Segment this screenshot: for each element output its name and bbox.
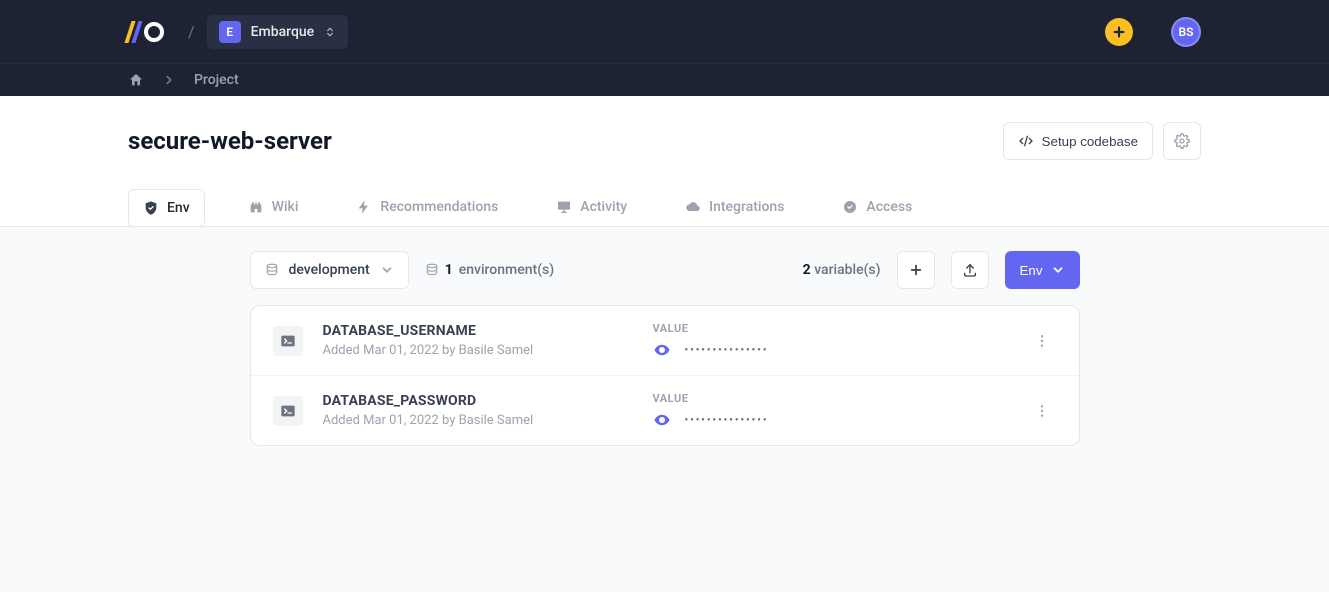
workspace-badge: E: [219, 21, 241, 43]
tab-wiki[interactable]: Wiki: [233, 188, 314, 226]
tab-recommendations[interactable]: Recommendations: [341, 188, 513, 226]
environment-selector[interactable]: development: [250, 251, 409, 289]
variable-count: 2 variable(s): [803, 262, 881, 278]
castle-icon: [248, 199, 264, 215]
gear-icon: [1174, 133, 1190, 149]
dots-vertical-icon[interactable]: [1034, 333, 1050, 349]
tab-env-label: Env: [167, 200, 190, 216]
variable-meta: Added Mar 01, 2022 by Basile Samel: [323, 413, 653, 428]
plus-icon: [1112, 25, 1126, 39]
terminal-icon: [273, 396, 303, 426]
environment-count-number: 1: [445, 262, 453, 278]
variable-masked-value: •••••••••••••••: [685, 345, 769, 356]
header-actions: Setup codebase: [1003, 122, 1201, 160]
cloud-icon: [685, 199, 701, 215]
env-action-label: Env: [1020, 263, 1043, 278]
page-title: secure-web-server: [128, 127, 332, 155]
tab-integrations-label: Integrations: [709, 199, 784, 215]
database-icon: [265, 263, 279, 277]
chevron-right-icon: [162, 73, 176, 87]
environment-count: 1 environment(s): [425, 262, 554, 278]
variable-value-label: VALUE: [653, 322, 1027, 335]
variable-row[interactable]: DATABASE_PASSWORD Added Mar 01, 2022 by …: [251, 375, 1079, 445]
dots-vertical-icon[interactable]: [1034, 403, 1050, 419]
upload-icon: [962, 262, 978, 278]
tab-access[interactable]: Access: [827, 188, 927, 226]
env-toolbar: development 1 environment(s) 2 variable(…: [250, 251, 1080, 289]
chevron-down-icon: [1051, 263, 1065, 277]
avatar[interactable]: BS: [1171, 17, 1201, 47]
environment-count-suffix: environment(s): [459, 262, 554, 278]
upload-button[interactable]: [951, 251, 989, 289]
variable-name: DATABASE_USERNAME: [323, 323, 653, 339]
logo[interactable]: [128, 21, 164, 43]
badge-check-icon: [842, 199, 858, 215]
variable-masked-value: •••••••••••••••: [685, 415, 769, 426]
variable-count-suffix: variable(s): [814, 262, 880, 278]
tab-integrations[interactable]: Integrations: [670, 188, 799, 226]
variable-meta: Added Mar 01, 2022 by Basile Samel: [323, 343, 653, 358]
tab-wiki-label: Wiki: [272, 199, 299, 215]
nav-separator: /: [188, 22, 195, 41]
variable-value-label: VALUE: [653, 392, 1027, 405]
variable-count-number: 2: [803, 262, 811, 278]
environment-selected: development: [289, 262, 370, 278]
page-header: secure-web-server Setup codebase Env Wik…: [0, 96, 1329, 227]
eye-icon[interactable]: [653, 411, 671, 429]
tabs: Env Wiki Recommendations Activity Integr…: [128, 188, 1201, 226]
presentation-icon: [556, 199, 572, 215]
tab-recommendations-label: Recommendations: [380, 199, 498, 215]
setup-codebase-label: Setup codebase: [1042, 134, 1138, 149]
setup-codebase-button[interactable]: Setup codebase: [1003, 122, 1153, 160]
breadcrumb: Project: [0, 63, 1329, 96]
variable-row[interactable]: DATABASE_USERNAME Added Mar 01, 2022 by …: [251, 306, 1079, 375]
variable-name: DATABASE_PASSWORD: [323, 393, 653, 409]
breadcrumb-project[interactable]: Project: [194, 72, 239, 88]
tab-activity-label: Activity: [580, 199, 627, 215]
tab-activity[interactable]: Activity: [541, 188, 642, 226]
env-action-button[interactable]: Env: [1005, 251, 1080, 289]
terminal-icon: [273, 326, 303, 356]
logo-o: [144, 22, 164, 42]
add-variable-button[interactable]: [897, 251, 935, 289]
chevron-down-icon: [380, 263, 394, 277]
bolt-icon: [356, 199, 372, 215]
navbar: / E Embarque BS: [0, 0, 1329, 63]
workspace-switcher[interactable]: E Embarque: [207, 15, 349, 49]
variable-list: DATABASE_USERNAME Added Mar 01, 2022 by …: [250, 305, 1080, 446]
settings-button[interactable]: [1163, 122, 1201, 160]
eye-icon[interactable]: [653, 341, 671, 359]
home-icon[interactable]: [128, 72, 144, 88]
shield-check-icon: [143, 200, 159, 216]
database-icon: [425, 263, 439, 277]
add-button[interactable]: [1105, 18, 1133, 46]
workspace-name: Embarque: [251, 24, 315, 40]
avatar-initials: BS: [1179, 25, 1194, 39]
tab-access-label: Access: [866, 199, 912, 215]
chevron-up-down-icon: [324, 26, 336, 38]
code-icon: [1018, 133, 1034, 149]
content: development 1 environment(s) 2 variable(…: [250, 251, 1080, 486]
tab-env[interactable]: Env: [128, 189, 205, 227]
plus-icon: [909, 263, 923, 277]
